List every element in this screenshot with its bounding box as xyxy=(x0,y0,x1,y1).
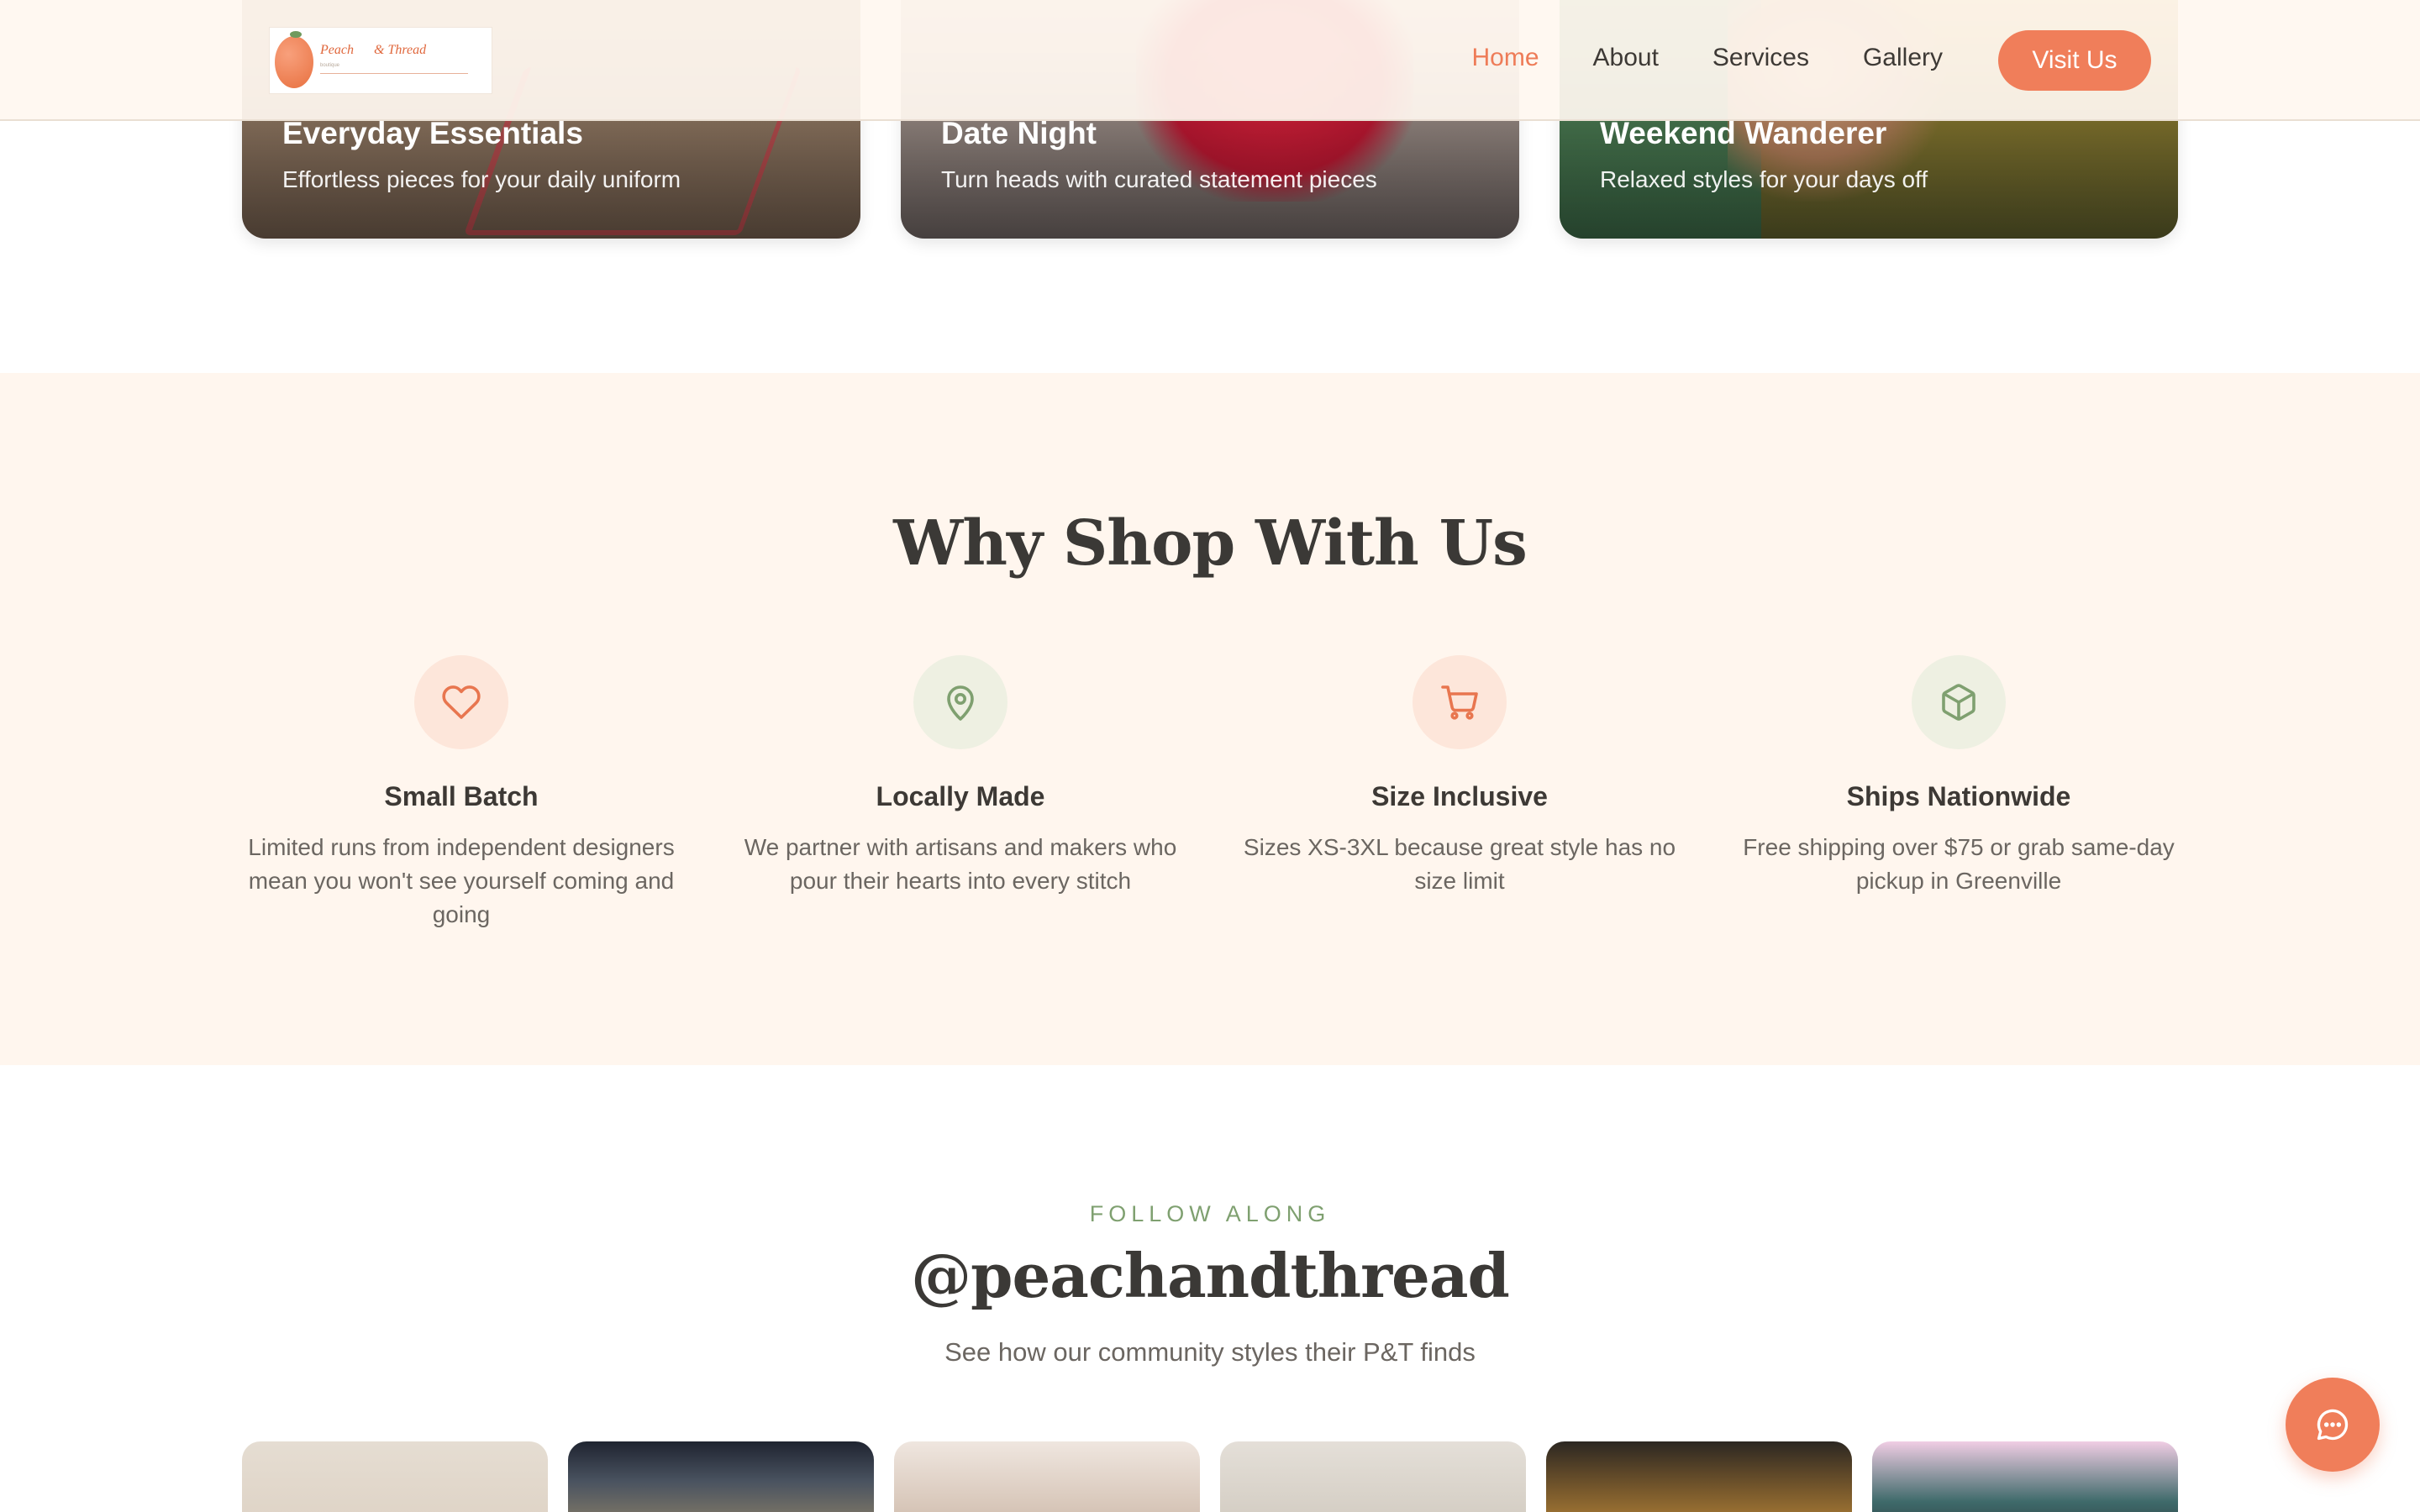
instagram-gallery xyxy=(242,1441,2178,1512)
visit-us-button[interactable]: Visit Us xyxy=(1998,30,2151,91)
chat-button[interactable] xyxy=(2286,1378,2380,1472)
feature-size-inclusive: Size Inclusive Sizes XS-3XL because grea… xyxy=(1240,655,1679,932)
feature-title: Size Inclusive xyxy=(1371,781,1548,811)
peach-icon xyxy=(275,36,313,88)
gallery-photo-hangers[interactable] xyxy=(242,1441,548,1512)
feature-title: Ships Nationwide xyxy=(1846,781,2071,811)
category-subtitle: Turn heads with curated statement pieces xyxy=(941,166,1377,192)
why-shop-section: Why Shop With Us Small Batch Limited run… xyxy=(0,373,2420,1065)
instagram-handle[interactable]: @peachandthread xyxy=(0,1240,2420,1311)
feature-locally-made: Locally Made We partner with artisans an… xyxy=(741,655,1180,932)
feature-title: Locally Made xyxy=(876,781,1045,811)
feature-description: Sizes XS-3XL because great style has no … xyxy=(1243,834,1676,894)
logo-divider xyxy=(320,73,468,74)
feature-description: Limited runs from independent designers … xyxy=(248,834,675,927)
feature-ships-nationwide: Ships Nationwide Free shipping over $75 … xyxy=(1739,655,2178,932)
logo-word-thread: & Thread xyxy=(374,43,427,57)
main-nav: Home About Services Gallery xyxy=(1471,44,1943,72)
gallery-photo-folded-jeans[interactable] xyxy=(1220,1441,1526,1512)
nav-home[interactable]: Home xyxy=(1471,44,1539,72)
chat-bubble-icon xyxy=(2317,1409,2349,1441)
shopping-cart-icon xyxy=(1413,655,1507,749)
gallery-photo-denim-shelves[interactable] xyxy=(568,1441,874,1512)
site-header: Peach & Thread boutique Home About Servi… xyxy=(0,0,2420,121)
map-pin-icon xyxy=(913,655,1007,749)
category-title: Date Night xyxy=(941,116,1097,150)
gallery-photo-clothing-rack[interactable] xyxy=(894,1441,1200,1512)
category-title: Everyday Essentials xyxy=(282,116,583,150)
nav-services[interactable]: Services xyxy=(1712,44,1809,72)
leaf-icon xyxy=(290,31,302,38)
category-subtitle: Effortless pieces for your daily uniform xyxy=(282,166,681,192)
feature-description: Free shipping over $75 or grab same-day … xyxy=(1743,834,2175,894)
gallery-photo-store-interior[interactable] xyxy=(1546,1441,1852,1512)
brand-logo[interactable]: Peach & Thread boutique xyxy=(269,27,492,94)
feature-small-batch: Small Batch Limited runs from independen… xyxy=(242,655,681,932)
logo-word-peach: Peach xyxy=(320,43,354,57)
feature-title: Small Batch xyxy=(384,781,539,811)
category-subtitle: Relaxed styles for your days off xyxy=(1600,166,1928,192)
logo-tagline: boutique xyxy=(320,63,340,68)
heart-icon xyxy=(414,655,508,749)
section-title: Why Shop With Us xyxy=(893,507,1528,580)
nav-gallery[interactable]: Gallery xyxy=(1863,44,1943,72)
gallery-photo-model-sunglasses[interactable] xyxy=(1872,1441,2178,1512)
feature-list: Small Batch Limited runs from independen… xyxy=(242,655,2178,932)
feature-description: We partner with artisans and makers who … xyxy=(744,834,1177,894)
nav-about[interactable]: About xyxy=(1593,44,1659,72)
follow-eyebrow: FOLLOW ALONG xyxy=(1089,1201,1331,1226)
package-icon xyxy=(1912,655,2006,749)
follow-subtitle: See how our community styles their P&T f… xyxy=(944,1337,1476,1367)
category-title: Weekend Wanderer xyxy=(1600,116,1887,150)
